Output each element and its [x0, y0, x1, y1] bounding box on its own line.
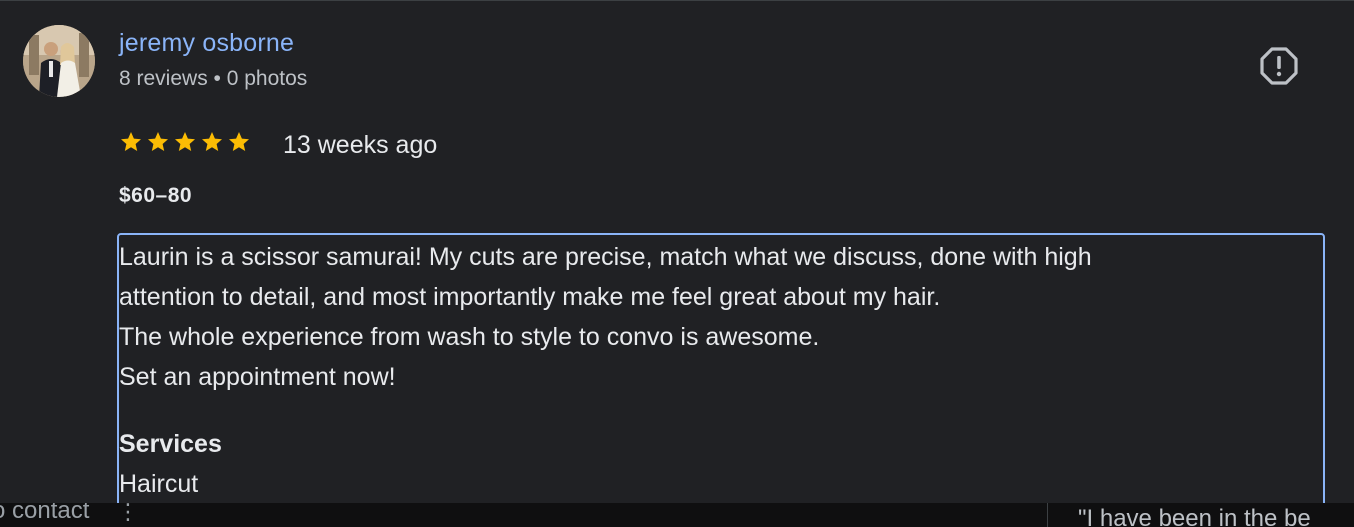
review-text-line: The whole experience from wash to style …: [119, 323, 820, 351]
rating-stars: [119, 130, 251, 154]
background-quote-text: "I have been in the be: [1078, 505, 1311, 527]
star-icon: [121, 132, 141, 151]
review-text-line: attention to detail, and most importantl…: [119, 283, 941, 311]
screen: jeremy osborne 8 reviews • 0 photos 13 w…: [0, 0, 1354, 527]
reviewer-stats: 8 reviews • 0 photos: [119, 67, 308, 90]
reviewer-avatar[interactable]: [23, 25, 95, 97]
report-review-button[interactable]: [1256, 43, 1302, 89]
background-page-strip: o contact ⋮ "I have been in the be: [0, 503, 1354, 527]
services-heading: Services: [119, 430, 222, 458]
star-icon: [229, 132, 249, 151]
star-icon: [175, 132, 195, 151]
review-card: jeremy osborne 8 reviews • 0 photos 13 w…: [0, 1, 1354, 513]
review-text: Laurin is a scissor samurai! My cuts are…: [119, 237, 1319, 397]
report-icon: [1260, 47, 1298, 85]
services-value: Haircut: [119, 470, 199, 498]
background-contact-text: o contact: [0, 503, 90, 524]
review-text-line: Laurin is a scissor samurai! My cuts are…: [119, 243, 1092, 271]
avatar-photo: [23, 25, 95, 97]
reviewer-name[interactable]: jeremy osborne: [119, 29, 294, 58]
more-vert-icon[interactable]: ⋮: [117, 503, 139, 525]
star-icon: [148, 132, 168, 151]
review-text-line: Set an appointment now!: [119, 363, 396, 391]
review-time: 13 weeks ago: [283, 131, 438, 159]
price-range: $60–80: [119, 184, 193, 207]
star-icon: [202, 132, 222, 151]
background-divider: [1047, 503, 1048, 527]
